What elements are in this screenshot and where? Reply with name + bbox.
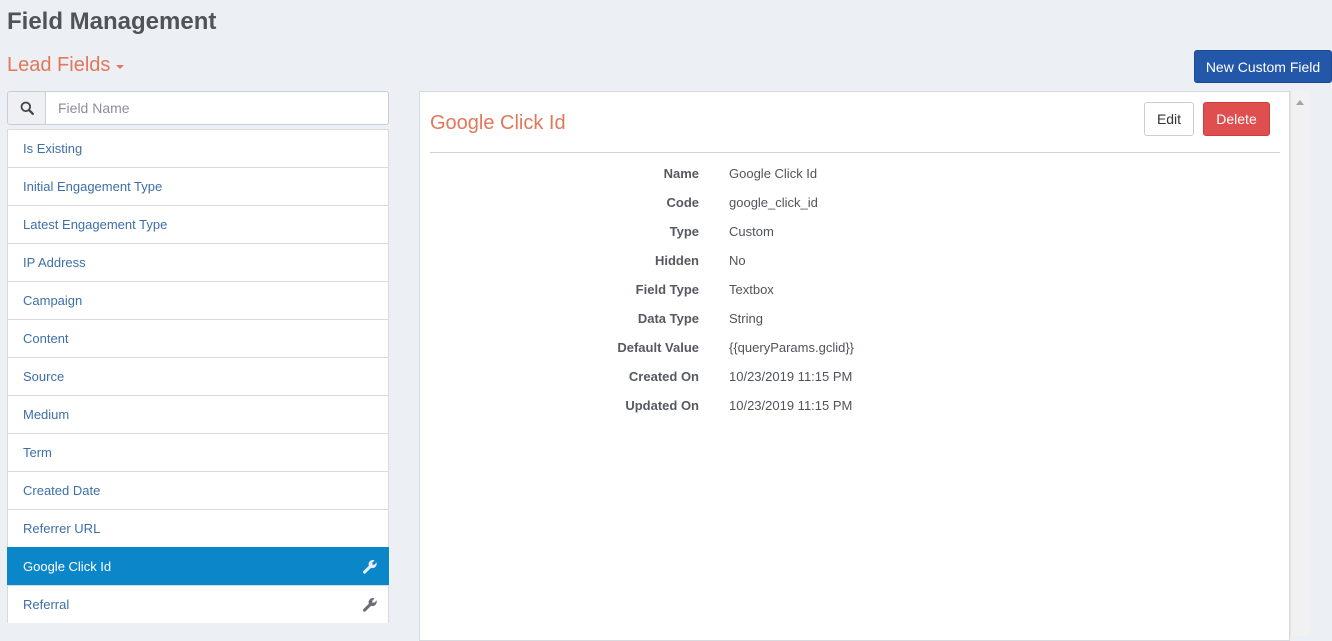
- field-item-label: Content: [23, 331, 69, 346]
- edit-button[interactable]: Edit: [1144, 102, 1194, 136]
- property-label: Hidden: [654, 253, 699, 268]
- new-custom-field-button[interactable]: New Custom Field: [1194, 50, 1332, 83]
- field-list-item[interactable]: Medium: [7, 395, 389, 433]
- property-row: Data Type String: [420, 304, 1291, 333]
- field-item-label: Created Date: [23, 483, 101, 498]
- field-list-item[interactable]: Referral: [7, 585, 389, 623]
- property-label: Updated On: [625, 398, 699, 413]
- field-list-item[interactable]: Is Existing: [7, 129, 389, 167]
- page-title: Field Management: [7, 8, 217, 35]
- section-label: Lead Fields: [7, 54, 111, 76]
- property-row: Updated On 10/23/2019 11:15 PM: [420, 391, 1291, 420]
- property-value: Custom: [729, 224, 774, 239]
- scrollbar[interactable]: [1290, 91, 1310, 636]
- property-row: Type Custom: [420, 217, 1291, 246]
- property-row: Created On 10/23/2019 11:15 PM: [420, 362, 1291, 391]
- field-item-label: IP Address: [23, 255, 86, 270]
- field-item-label: Latest Engagement Type: [23, 217, 168, 232]
- field-item-label: Medium: [23, 407, 70, 422]
- lead-fields-dropdown[interactable]: Lead Fields: [7, 54, 125, 77]
- property-label: Code: [666, 195, 700, 210]
- field-search: [7, 91, 389, 125]
- property-value: {{queryParams.gclid}}: [729, 340, 855, 355]
- wrench-icon[interactable]: [362, 559, 378, 575]
- field-list-item[interactable]: Latest Engagement Type: [7, 205, 389, 243]
- field-list-item[interactable]: Content: [7, 319, 389, 357]
- property-row: Default Value {{queryParams.gclid}}: [420, 333, 1291, 362]
- property-row: Code google_click_id: [420, 188, 1291, 217]
- divider: [430, 152, 1280, 153]
- field-item-label: Campaign: [23, 293, 83, 308]
- field-list-item[interactable]: Source: [7, 357, 389, 395]
- field-detail-panel: Google Click Id Edit Delete Name Google …: [419, 91, 1290, 641]
- field-list-item-active[interactable]: Google Click Id: [7, 547, 389, 585]
- property-row: Hidden No: [420, 246, 1291, 275]
- field-item-label: Referral: [23, 597, 70, 612]
- field-properties: Name Google Click Id Code google_click_i…: [420, 159, 1291, 420]
- delete-button[interactable]: Delete: [1203, 102, 1270, 136]
- caret-down-icon: [116, 64, 125, 69]
- field-list-item[interactable]: Created Date: [7, 471, 389, 509]
- field-item-label: Term: [23, 445, 52, 460]
- property-value: 10/23/2019 11:15 PM: [729, 369, 853, 384]
- field-item-label: Google Click Id: [23, 559, 112, 574]
- field-list-item[interactable]: Initial Engagement Type: [7, 167, 389, 205]
- property-value: No: [729, 253, 746, 268]
- property-label: Default Value: [617, 340, 699, 355]
- property-row: Name Google Click Id: [420, 159, 1291, 188]
- field-item-label: Referrer URL: [23, 521, 101, 536]
- search-icon: [7, 91, 45, 125]
- property-row: Field Type Textbox: [420, 275, 1291, 304]
- property-value: Textbox: [729, 282, 774, 297]
- property-value: Google Click Id: [729, 166, 818, 181]
- property-label: Type: [669, 224, 699, 239]
- field-list-item[interactable]: Campaign: [7, 281, 389, 319]
- field-list: Is Existing Initial Engagement Type Late…: [7, 129, 389, 623]
- search-input[interactable]: [45, 91, 389, 125]
- field-item-label: Is Existing: [23, 141, 83, 156]
- detail-title: Google Click Id: [430, 112, 566, 134]
- property-value: String: [729, 311, 763, 326]
- field-list-item[interactable]: Term: [7, 433, 389, 471]
- property-value: google_click_id: [729, 195, 818, 210]
- field-list-item[interactable]: Referrer URL: [7, 509, 389, 547]
- field-item-label: Source: [23, 369, 65, 384]
- property-value: 10/23/2019 11:15 PM: [729, 398, 853, 413]
- field-item-label: Initial Engagement Type: [23, 179, 163, 194]
- scroll-up-arrow-icon[interactable]: [1296, 100, 1304, 105]
- property-label: Data Type: [637, 311, 699, 326]
- property-label: Created On: [628, 369, 699, 384]
- wrench-icon[interactable]: [362, 597, 378, 613]
- property-label: Field Type: [635, 282, 699, 297]
- field-list-item[interactable]: IP Address: [7, 243, 389, 281]
- property-label: Name: [663, 166, 699, 181]
